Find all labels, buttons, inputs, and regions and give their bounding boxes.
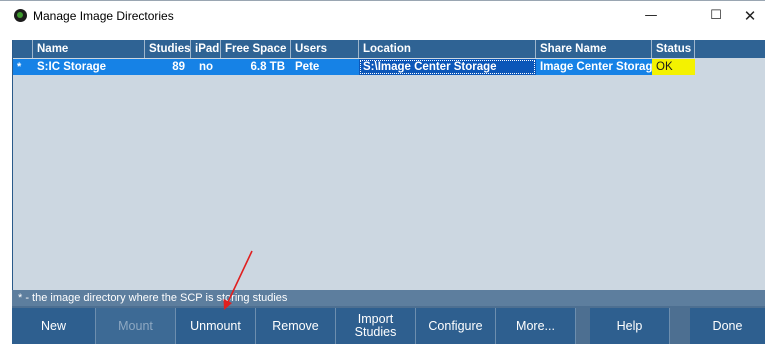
mount-button[interactable]: Mount bbox=[96, 308, 176, 344]
cell-ipad: no bbox=[191, 59, 221, 75]
column-header-status[interactable]: Status bbox=[652, 40, 695, 58]
configure-button[interactable]: Configure bbox=[416, 308, 496, 344]
help-button[interactable]: Help bbox=[590, 308, 670, 344]
more-button[interactable]: More... bbox=[496, 308, 576, 344]
button-bar: New Mount Unmount Remove Import Studies … bbox=[12, 306, 765, 344]
table-row[interactable]: * S:IC Storage 89 no 6.8 TB Pete S:\Imag… bbox=[13, 59, 765, 75]
import-studies-button[interactable]: Import Studies bbox=[336, 308, 416, 344]
button-spacer bbox=[576, 308, 590, 344]
image-directories-table[interactable]: Name Studies iPad Free Space Users Locat… bbox=[12, 40, 765, 290]
header-row-marker bbox=[13, 40, 33, 58]
column-header-name[interactable]: Name bbox=[33, 40, 145, 58]
table-header: Name Studies iPad Free Space Users Locat… bbox=[13, 40, 765, 58]
column-header-studies[interactable]: Studies bbox=[145, 40, 191, 58]
column-header-location[interactable]: Location bbox=[359, 40, 536, 58]
maximize-button[interactable]: ☐ bbox=[693, 1, 739, 31]
cell-users: Pete bbox=[291, 59, 359, 75]
cell-name: S:IC Storage bbox=[33, 59, 145, 75]
close-button[interactable]: ✕ bbox=[735, 1, 765, 31]
cell-location: S:\Image Center Storage bbox=[359, 59, 536, 75]
cell-free-space: 6.8 TB bbox=[221, 59, 291, 75]
app-logo-icon bbox=[14, 9, 27, 22]
active-directory-marker: * bbox=[13, 59, 33, 75]
column-header-free-space[interactable]: Free Space bbox=[221, 40, 291, 58]
done-button[interactable]: Done bbox=[690, 308, 765, 344]
title-bar: Manage Image Directories — ☐ ✕ bbox=[0, 0, 765, 30]
legend-note: * - the image directory where the SCP is… bbox=[12, 290, 765, 306]
unmount-button[interactable]: Unmount bbox=[176, 308, 256, 344]
column-header-share-name[interactable]: Share Name bbox=[536, 40, 652, 58]
button-spacer bbox=[670, 308, 690, 344]
import-studies-label-line2: Studies bbox=[354, 325, 397, 339]
window-title: Manage Image Directories bbox=[33, 9, 174, 23]
status-badge: OK bbox=[652, 59, 695, 75]
remove-button[interactable]: Remove bbox=[256, 308, 336, 344]
cell-studies: 89 bbox=[145, 59, 191, 75]
column-header-users[interactable]: Users bbox=[291, 40, 359, 58]
minimize-button[interactable]: — bbox=[628, 1, 674, 31]
column-header-ipad[interactable]: iPad bbox=[191, 40, 221, 58]
new-button[interactable]: New bbox=[12, 308, 96, 344]
cell-share-name: Image Center Storage bbox=[536, 59, 652, 75]
